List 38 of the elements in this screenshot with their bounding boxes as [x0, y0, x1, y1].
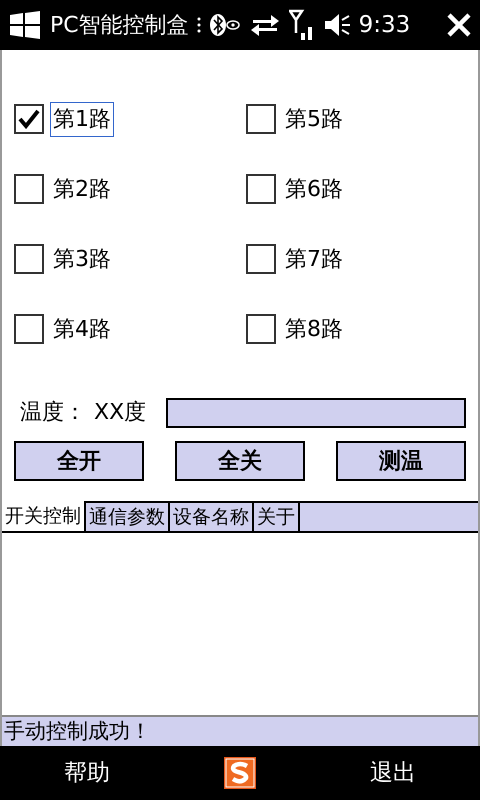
checkbox[interactable]	[14, 174, 44, 204]
action-button[interactable]: 全关	[175, 441, 305, 481]
input-method-icon[interactable]	[224, 757, 256, 789]
exit-softkey[interactable]: 退出	[370, 756, 416, 790]
checkbox[interactable]	[246, 244, 276, 274]
clock-time: 9:33	[358, 10, 410, 40]
volume-muted-icon	[322, 11, 351, 39]
temperature-field[interactable]	[166, 398, 466, 428]
checkbox-label: 第5路	[284, 106, 344, 134]
checkbox-label: 第4路	[52, 316, 112, 344]
checkbox[interactable]	[14, 314, 44, 344]
action-button[interactable]: 测温	[336, 441, 466, 481]
close-icon[interactable]	[446, 12, 472, 38]
more-icon	[196, 16, 201, 34]
checkbox-label: 第3路	[52, 246, 112, 274]
checkbox-label: 第1路	[50, 102, 114, 136]
action-button[interactable]: 全开	[14, 441, 144, 481]
help-softkey[interactable]: 帮助	[64, 756, 110, 790]
checkbox-label: 第2路	[52, 176, 112, 204]
app-title: PC智能控制盒	[50, 12, 189, 40]
temperature-label: 温度：	[20, 399, 86, 427]
windows-logo-icon[interactable]	[8, 10, 42, 40]
tab[interactable]: 通信参数	[84, 501, 168, 531]
signal-icon	[288, 9, 315, 41]
bluetooth-icon	[208, 13, 241, 37]
temperature-value: XX度	[94, 399, 146, 427]
checkbox[interactable]	[246, 104, 276, 134]
checkbox[interactable]	[246, 174, 276, 204]
checkbox[interactable]	[14, 104, 44, 134]
checkbox-label: 第8路	[284, 316, 344, 344]
checkbox-label: 第7路	[284, 246, 344, 274]
message-bar: 手动控制成功！	[2, 715, 478, 746]
checkbox[interactable]	[14, 244, 44, 274]
checkmark-icon	[18, 109, 40, 129]
checkbox-label: 第6路	[284, 176, 344, 204]
tab[interactable]: 设备名称	[168, 501, 252, 531]
checkbox[interactable]	[246, 314, 276, 344]
tab[interactable]: 关于	[252, 501, 298, 531]
